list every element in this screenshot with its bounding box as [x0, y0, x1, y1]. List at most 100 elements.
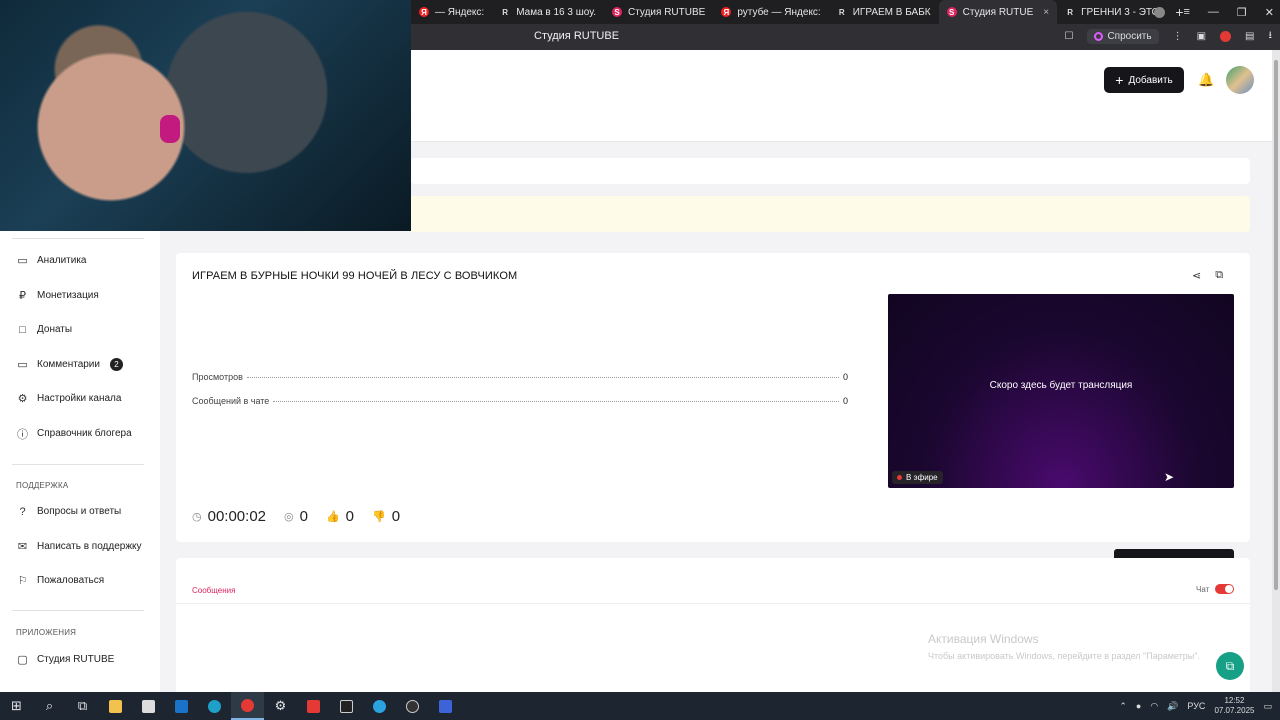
network-icon[interactable]: ◠ — [1150, 701, 1158, 712]
minimize-button[interactable]: — — [1208, 6, 1219, 18]
obs-icon[interactable] — [396, 692, 429, 720]
flag-icon: ⚐ — [17, 575, 28, 588]
analytics-icon: ▭ — [17, 255, 28, 267]
share-icon[interactable]: ⋖ — [1192, 269, 1201, 282]
yandex-icon: Я — [721, 7, 732, 17]
sidebar-item-label: Аналитика — [37, 255, 87, 266]
stream-preview[interactable]: Скоро здесь будет трансляция В эфире ➤ — [888, 294, 1234, 488]
more-icon[interactable]: ⋮ — [1173, 31, 1183, 42]
sidebar: ▭ Аналитика ₽ Монетизация □ Донаты ▭ Комментари… — [0, 230, 160, 692]
yandex-icon: Я — [419, 7, 429, 17]
outlook-icon[interactable] — [165, 692, 198, 720]
browser-tab[interactable]: R Мама в 16 3 шоу. — [492, 0, 604, 24]
tab-messages[interactable]: Сообщения — [192, 586, 235, 595]
browser-tab[interactable]: R ИГРАЕМ В БАБК — [829, 0, 939, 24]
browser-tab[interactable]: S Студия RUTUE × — [938, 0, 1058, 24]
sidebar-icon[interactable]: ▤ — [1245, 31, 1254, 42]
language-indicator[interactable]: РУС — [1187, 701, 1205, 711]
help-icon: ⓘ — [17, 428, 28, 441]
browser-tab[interactable]: Я — Яндекс: — [411, 0, 492, 24]
yandex-app-icon[interactable] — [297, 692, 330, 720]
sidebar-item[interactable]: ▭ Комментарии 2 — [16, 357, 123, 371]
telegram-icon[interactable] — [363, 692, 396, 720]
volume-icon[interactable]: 🔊 — [1167, 701, 1178, 712]
task-view-icon[interactable]: ⧉ — [66, 692, 99, 720]
sidebar-item[interactable]: ⚐ Пожаловаться — [16, 574, 105, 588]
sidebar-item[interactable]: ▢ Студия RUTUBE — [16, 653, 114, 666]
start-icon[interactable]: ⊞ — [0, 692, 33, 720]
bookmark-icon[interactable]: ☐ — [1064, 31, 1073, 42]
sidebar-item[interactable]: ✉ Написать в поддержку — [16, 540, 142, 553]
maximize-button[interactable]: ❐ — [1237, 6, 1247, 19]
tray-app-icon[interactable]: ● — [1136, 701, 1141, 711]
alice-icon — [1094, 32, 1104, 41]
webcam-overlay — [0, 0, 411, 231]
notifications-icon[interactable]: ▭ — [1263, 701, 1272, 712]
add-button[interactable]: + Добавить — [1104, 67, 1184, 93]
likes-metric: 👍 0 — [326, 508, 354, 525]
comments-icon: ▭ — [17, 358, 28, 371]
chat-divider — [176, 603, 1250, 604]
clock-date: 07.07.2025 — [1214, 706, 1255, 715]
activation-subtitle: Чтобы активировать Windows, перейдите в … — [928, 651, 1200, 661]
sidebar-item-label: Настройки канала — [37, 393, 122, 405]
sidebar-item-label: Написать в поддержку — [37, 540, 142, 552]
search-icon[interactable]: ⌕ — [33, 692, 66, 720]
settings-gear-icon[interactable]: ⚙ — [264, 692, 297, 720]
menu-icon[interactable]: ≡ — [1183, 6, 1189, 18]
browser-tab[interactable]: R ГРЕННИ 3 - ЭТО — [1057, 0, 1167, 24]
extension-icon[interactable]: ▣ — [1197, 31, 1206, 42]
calculator-icon[interactable] — [132, 692, 165, 720]
avatar[interactable] — [1226, 66, 1254, 94]
stat-views-label: Просмотров — [192, 372, 243, 382]
support-chat-button[interactable]: ⧉ — [1216, 652, 1244, 680]
browser-tab[interactable]: Ярутубе — Яндекс: — [713, 0, 828, 24]
live-badge: В эфире — [892, 471, 943, 484]
browser-tab[interactable]: S Студия RUTUBE — [604, 0, 713, 24]
chat-toggle-label: Чат — [1196, 584, 1210, 594]
record-icon[interactable] — [1220, 31, 1232, 42]
edge-icon[interactable] — [198, 692, 231, 720]
tab-label: Студия RUTUBE — [628, 6, 706, 18]
page-scrollbar[interactable] — [1272, 50, 1280, 692]
thumbs-up-icon: 👍 — [325, 511, 340, 523]
ask-label: Спросить — [1107, 31, 1152, 42]
sidebar-item[interactable]: ▭ Аналитика — [16, 254, 87, 267]
capcut-icon[interactable] — [330, 692, 363, 720]
sidebar-item[interactable]: ₽ Монетизация — [16, 289, 99, 302]
yandex-browser-icon[interactable] — [231, 692, 264, 720]
ask-button[interactable]: Спросить — [1087, 29, 1159, 44]
sidebar-item[interactable]: ⚙ Настройки канала — [16, 392, 122, 406]
stat-views: Просмотров 0 — [192, 372, 848, 382]
settings-icon: ⚙ — [17, 393, 28, 406]
mail-icon: ✉ — [17, 540, 28, 553]
clock[interactable]: 12:52 07.07.2025 — [1214, 696, 1254, 716]
open-external-icon[interactable]: ⧉ — [1215, 269, 1223, 282]
app-icon[interactable] — [429, 692, 462, 720]
file-explorer-icon[interactable] — [99, 692, 132, 720]
tab-label: рутубе — Яндекс: — [737, 6, 821, 18]
thumbs-down-icon: 👎 — [372, 511, 386, 523]
tray-chevron-icon[interactable]: ⌃ — [1119, 701, 1127, 712]
stat-chat-label: Сообщений в чате — [192, 396, 270, 406]
scrollbar-thumb[interactable] — [1274, 60, 1278, 590]
sidebar-item[interactable]: ? Вопросы и ответы — [16, 505, 121, 518]
close-tab-icon[interactable]: × — [1043, 7, 1049, 18]
download-icon[interactable]: ⭳ — [1269, 28, 1273, 45]
sidebar-item-label: Комментарии — [37, 358, 100, 370]
window-controls: ≡ — ❐ ✕ — [1154, 0, 1274, 24]
faq-icon: ? — [19, 505, 26, 518]
live-dot-icon — [897, 475, 902, 480]
tab-list: Я — Яндекс: R Мама в 16 3 шоу. S Студия RUTUB… — [411, 0, 1167, 24]
windows-taskbar: ⊞ ⌕ ⧉ ⚙ ⌃ ● ◠ 🔊 РУС 12:52 07.07.2025 ▭ — [0, 692, 1280, 720]
sidebar-item[interactable]: □ Донаты — [16, 323, 72, 336]
profile-icon[interactable] — [1154, 6, 1166, 18]
sidebar-item-label: Справочник блогера — [37, 428, 132, 439]
close-window-button[interactable]: ✕ — [1265, 6, 1274, 19]
chat-toggle[interactable] — [1215, 584, 1235, 594]
notifications-bell-icon[interactable]: 🔔 — [1198, 72, 1214, 88]
stat-chat-value: 0 — [842, 396, 848, 406]
sidebar-item[interactable]: ⓘ Справочник блогера — [16, 427, 132, 441]
page-title-address[interactable]: Студия RUTUBE — [534, 30, 619, 42]
viewers-metric: ◎ 0 — [284, 508, 308, 525]
